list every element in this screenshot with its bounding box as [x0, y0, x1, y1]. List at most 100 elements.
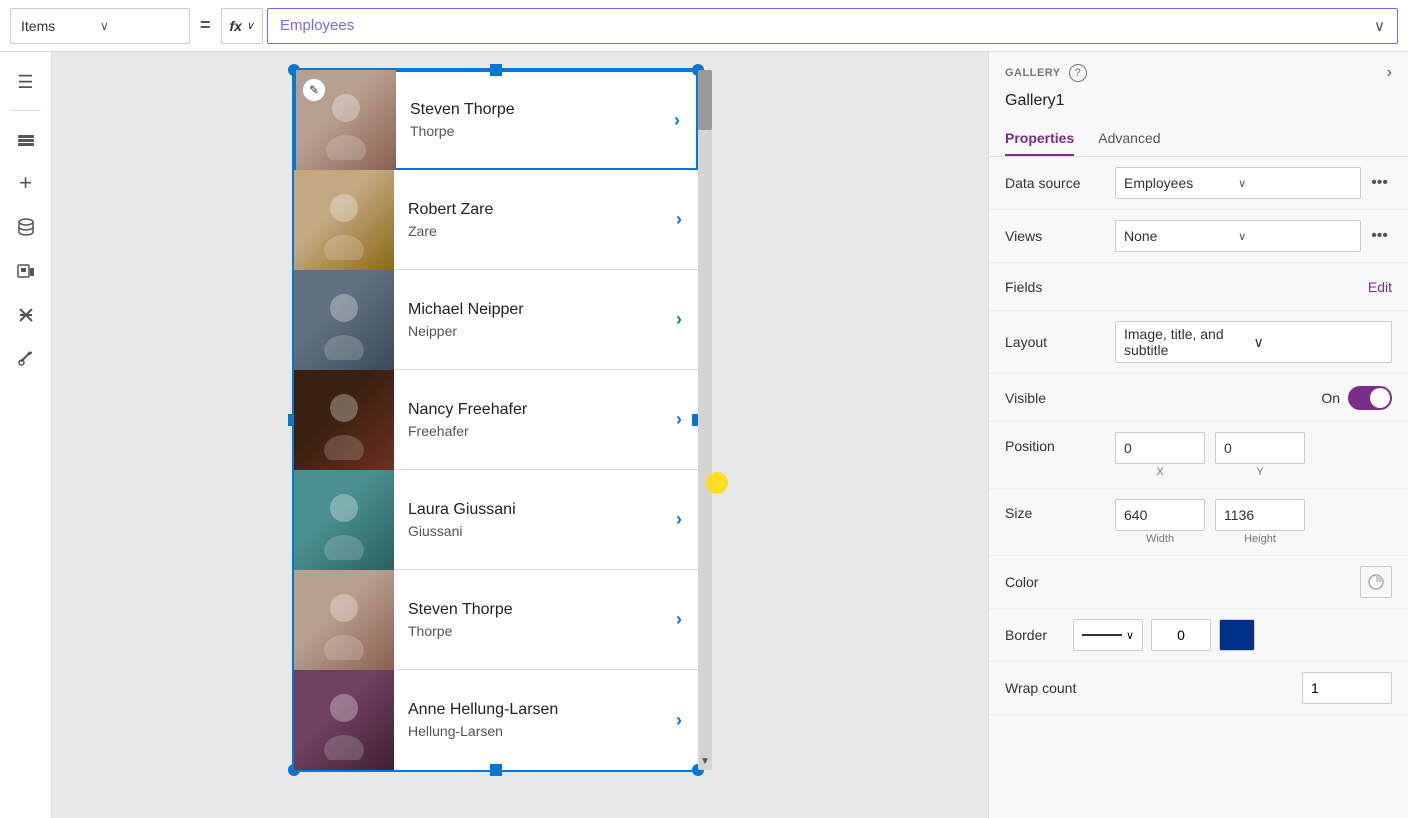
fx-button[interactable]: fx ∨ — [221, 8, 264, 44]
fx-label: fx — [230, 18, 242, 34]
wrench-sidebar-icon[interactable] — [6, 339, 46, 379]
color-swatch[interactable] — [1360, 566, 1392, 598]
border-line-icon — [1082, 634, 1122, 636]
items-chevron-icon: ∨ — [100, 19, 179, 33]
tab-advanced[interactable]: Advanced — [1098, 122, 1160, 156]
views-dropdown[interactable]: None ∨ — [1115, 220, 1361, 252]
top-bar: Items ∨ = fx ∨ Employees ∨ — [0, 0, 1408, 52]
left-sidebar: ☰ + — [0, 52, 52, 818]
gallery-item-text-6: Anne Hellung-Larsen Hellung-Larsen — [394, 701, 676, 739]
gallery-item-1[interactable]: Robert ZareZare› — [294, 170, 698, 270]
gallery-item-photo-4 — [294, 470, 394, 570]
gallery-item-photo-1 — [294, 170, 394, 270]
gallery-item-title-0: Steven Thorpe — [410, 101, 660, 119]
prop-border: Border ∨ — [989, 609, 1408, 662]
expand-panel-button[interactable]: › — [1387, 64, 1392, 82]
items-dropdown[interactable]: Items ∨ — [10, 8, 190, 44]
fields-edit-link[interactable]: Edit — [1368, 279, 1392, 295]
gallery-scrollbar[interactable]: ▲ ▼ — [698, 70, 712, 770]
size-width-field: Width — [1115, 499, 1205, 545]
panel-header: GALLERY ? › — [989, 52, 1408, 90]
size-height-field: Height — [1215, 499, 1305, 545]
database-sidebar-icon[interactable] — [6, 207, 46, 247]
fields-label: Fields — [1005, 279, 1115, 295]
layout-label: Layout — [1005, 334, 1115, 350]
gallery-item-text-2: Michael NeipperNeipper — [394, 301, 676, 339]
pencil-edit-icon[interactable]: ✎ — [302, 78, 326, 102]
data-source-chevron-icon: ∨ — [1238, 177, 1352, 190]
wrapcount-input[interactable] — [1302, 672, 1392, 704]
position-y-label: Y — [1256, 466, 1263, 478]
position-x-field: X — [1115, 432, 1205, 478]
prop-fields: Fields Edit — [989, 263, 1408, 311]
gallery-item-subtitle-2: Neipper — [408, 323, 662, 339]
scrollbar-down-icon[interactable]: ▼ — [698, 752, 712, 770]
gallery-item-2[interactable]: Michael NeipperNeipper› — [294, 270, 698, 370]
data-source-label: Data source — [1005, 175, 1115, 191]
color-label: Color — [1005, 574, 1360, 590]
gallery-item-text-4: Laura GiussaniGiussani — [394, 501, 676, 539]
gallery-item-subtitle-5: Thorpe — [408, 623, 662, 639]
position-x-input[interactable] — [1115, 432, 1205, 464]
border-color-swatch[interactable] — [1219, 619, 1255, 651]
prop-views: Views None ∨ ••• — [989, 210, 1408, 263]
gallery-item-3[interactable]: Nancy FreehaferFreehafer› — [294, 370, 698, 470]
visible-label: Visible — [1005, 390, 1321, 406]
size-height-input[interactable] — [1215, 499, 1305, 531]
panel-body: Data source Employees ∨ ••• Views None ∨ — [989, 157, 1408, 715]
gallery-item-text-3: Nancy FreehaferFreehafer — [394, 401, 676, 439]
gallery-item-subtitle-3: Freehafer — [408, 423, 662, 439]
border-width-input[interactable] — [1151, 619, 1211, 651]
add-sidebar-icon[interactable]: + — [6, 163, 46, 203]
help-icon[interactable]: ? — [1069, 64, 1087, 82]
layout-chevron-icon: ∨ — [1254, 334, 1384, 351]
toggle-thumb — [1370, 388, 1390, 408]
formula-value: Employees — [280, 17, 354, 34]
views-label: Views — [1005, 228, 1115, 244]
data-source-dropdown[interactable]: Employees ∨ — [1115, 167, 1361, 199]
gallery-item-text-1: Robert ZareZare — [394, 201, 676, 239]
gallery-item-subtitle-6: Hellung-Larsen — [408, 723, 662, 739]
layout-control: Image, title, and subtitle ∨ — [1115, 321, 1392, 363]
layout-value: Image, title, and subtitle — [1124, 326, 1254, 358]
views-control: None ∨ ••• — [1115, 220, 1392, 252]
visible-on-label: On — [1321, 390, 1340, 406]
gallery-item-chevron-icon-3: › — [676, 409, 682, 430]
gallery-item-0[interactable]: Steven ThorpeThorpe›✎ — [294, 70, 698, 170]
visible-toggle[interactable] — [1348, 386, 1392, 410]
gallery-item-photo-3 — [294, 370, 394, 470]
layout-dropdown[interactable]: Image, title, and subtitle ∨ — [1115, 321, 1392, 363]
menu-sidebar-icon[interactable]: ☰ — [6, 62, 46, 102]
border-label: Border — [1005, 627, 1065, 643]
size-width-label: Width — [1146, 533, 1174, 545]
layers-sidebar-icon[interactable] — [6, 119, 46, 159]
gallery-item-title-6: Anne Hellung-Larsen — [408, 701, 662, 719]
gallery-item-subtitle-4: Giussani — [408, 523, 662, 539]
data-source-more-icon[interactable]: ••• — [1367, 174, 1392, 192]
position-y-input[interactable] — [1215, 432, 1305, 464]
prop-wrapcount: Wrap count — [989, 662, 1408, 715]
gallery-item-6[interactable]: Anne Hellung-Larsen Hellung-Larsen › — [294, 670, 698, 770]
media-sidebar-icon[interactable] — [6, 251, 46, 291]
gallery-item-subtitle-1: Zare — [408, 223, 662, 239]
gallery-item-photo-6 — [294, 670, 394, 770]
scrollbar-thumb[interactable] — [698, 70, 712, 130]
gallery-item-photo-5 — [294, 570, 394, 670]
size-width-input[interactable] — [1115, 499, 1205, 531]
views-more-icon[interactable]: ••• — [1367, 227, 1392, 245]
gallery-item-5[interactable]: Steven ThorpeThorpe› — [294, 570, 698, 670]
gallery-item-4[interactable]: Laura GiussaniGiussani› — [294, 470, 698, 570]
tab-properties[interactable]: Properties — [1005, 122, 1074, 156]
gallery-item-subtitle-0: Thorpe — [410, 123, 660, 139]
data-source-control: Employees ∨ ••• — [1115, 167, 1392, 199]
tools-sidebar-icon[interactable] — [6, 295, 46, 335]
gallery-item-chevron-icon-6: › — [676, 710, 682, 731]
wrapcount-label: Wrap count — [1005, 680, 1302, 696]
formula-bar[interactable]: Employees ∨ — [267, 8, 1398, 44]
gallery-name: Gallery1 — [989, 90, 1408, 122]
border-style-select[interactable]: ∨ — [1073, 619, 1143, 651]
prop-size: Size Width Height — [989, 489, 1408, 556]
size-label: Size — [1005, 499, 1115, 521]
fx-chevron-icon: ∨ — [246, 19, 254, 32]
gallery-item-title-5: Steven Thorpe — [408, 601, 662, 619]
